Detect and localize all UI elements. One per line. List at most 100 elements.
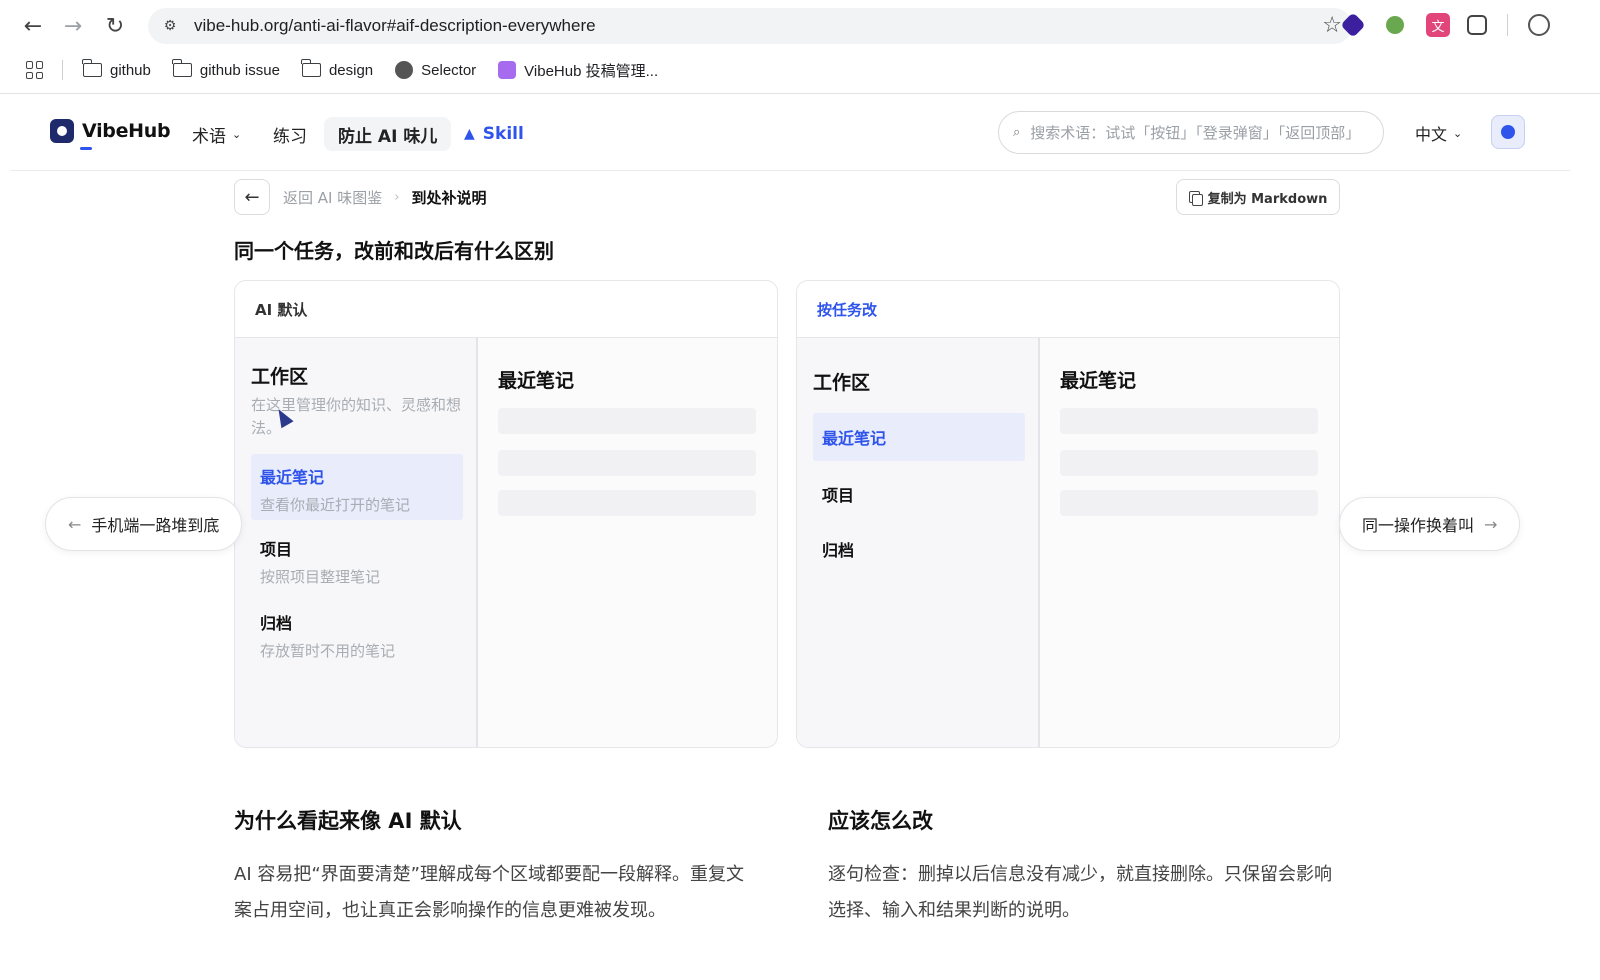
bookmark-label: design bbox=[328, 61, 374, 79]
folder-icon bbox=[300, 59, 321, 77]
chevron-down-icon: ⌄ bbox=[232, 127, 242, 141]
mock-nav-title: 归档 bbox=[822, 541, 855, 560]
how-title: 应该怎么改 bbox=[828, 809, 933, 833]
back-arrow-icon[interactable]: ← bbox=[18, 11, 48, 41]
extensions-puzzle-icon[interactable] bbox=[1467, 15, 1487, 35]
extension-green-icon[interactable] bbox=[1386, 16, 1404, 34]
breadcrumb-separator-icon: › bbox=[394, 190, 400, 205]
logo[interactable]: VibeHub bbox=[50, 119, 171, 143]
next-article-button[interactable]: 同一操作换着叫 → bbox=[1339, 497, 1521, 551]
url-text[interactable]: vibe-hub.org/anti-ai-flavor#aif-descript… bbox=[194, 16, 596, 36]
why-title: 为什么看起来像 AI 默认 bbox=[234, 809, 462, 833]
bookmark-label: github bbox=[110, 61, 151, 79]
search-placeholder: 搜索术语：试试「按钮」「登录弹窗」「返回顶部」 bbox=[1030, 124, 1361, 142]
address-bar[interactable]: ⚙ vibe-hub.org/anti-ai-flavor#aif-descri… bbox=[148, 8, 1352, 44]
forward-arrow-icon[interactable]: → bbox=[58, 11, 88, 41]
site-settings-icon[interactable]: ⚙ bbox=[152, 18, 188, 34]
bookmark-star-icon[interactable]: ☆ bbox=[1322, 13, 1342, 38]
nav-skill[interactable]: ▲ Skill bbox=[450, 117, 538, 151]
panel-by-task: 按任务改 工作区 最近笔记 项目 归档 最近笔记 bbox=[796, 280, 1340, 748]
globe-icon bbox=[395, 61, 414, 79]
skeleton-row bbox=[1060, 450, 1318, 476]
arrow-left-icon: ← bbox=[244, 186, 260, 208]
panel-ai-default-body: 工作区 在这里管理你的知识、灵感和想法。 最近笔记 查看你最近打开的笔记 项目 … bbox=[235, 338, 777, 747]
extension-translate-icon[interactable]: 文 bbox=[1426, 13, 1450, 37]
folder-icon bbox=[82, 59, 102, 77]
back-button[interactable]: ← bbox=[234, 179, 270, 215]
skeleton-row bbox=[498, 490, 756, 516]
mock-nav-title: 最近笔记 bbox=[260, 468, 325, 487]
mock-main: 最近笔记 bbox=[1040, 338, 1339, 747]
apps-grid-icon[interactable] bbox=[26, 61, 44, 79]
mock-nav-title: 归档 bbox=[260, 614, 293, 633]
mock-nav-title: 最近笔记 bbox=[822, 429, 887, 448]
prev-article-label: 手机端一路堆到底 bbox=[91, 516, 220, 535]
bookmarks-divider bbox=[62, 60, 63, 80]
vibehub-logo-icon bbox=[50, 119, 74, 143]
mock-nav-recent[interactable]: 最近笔记 bbox=[813, 413, 1025, 461]
app-header: VibeHub 术语 ⌄ 练习 防止 AI 味儿 ▲ Skill ⌕ 搜索术语：… bbox=[10, 95, 1570, 171]
breadcrumb-parent[interactable]: 返回 AI 味图鉴 bbox=[283, 187, 382, 208]
bookmarks-bar: github github issue design Selector Vibe… bbox=[0, 52, 1600, 88]
why-body: AI 容易把“界面要清楚”理解成每个区域都要配一段解释。重复文案占用空间，也让真… bbox=[234, 864, 744, 921]
browser-chrome: ← → ↻ ⚙ vibe-hub.org/anti-ai-flavor#aif-… bbox=[0, 0, 1600, 94]
how-body: 逐句检查：删掉以后信息没有减少，就直接删除。只保留会影响选择、输入和结果判断的说… bbox=[828, 864, 1332, 921]
next-article-label: 同一操作换着叫 bbox=[1362, 516, 1475, 535]
mock-nav-archive[interactable]: 归档 bbox=[813, 537, 1025, 561]
vibehub-favicon-icon bbox=[498, 61, 517, 79]
nav-terms-dropdown[interactable]: 术语 ⌄ bbox=[178, 117, 255, 151]
mock-main-title: 最近笔记 bbox=[498, 370, 575, 392]
reload-icon[interactable]: ↻ bbox=[100, 11, 130, 41]
avatar-dot-icon bbox=[1501, 125, 1515, 139]
panel-ai-default-label: AI 默认 bbox=[235, 281, 777, 338]
section-title: 同一个任务，改前和改后有什么区别 bbox=[234, 239, 554, 263]
skeleton-row bbox=[1060, 490, 1318, 516]
profile-icon[interactable] bbox=[1528, 14, 1550, 36]
language-select[interactable]: 中文 ⌄ bbox=[1415, 121, 1462, 145]
logo-underline bbox=[80, 147, 92, 150]
panel-by-task-label: 按任务改 bbox=[797, 281, 1339, 338]
user-avatar-button[interactable] bbox=[1491, 115, 1525, 149]
search-input[interactable]: ⌕ 搜索术语：试试「按钮」「登录弹窗」「返回顶部」 bbox=[998, 111, 1384, 154]
toolbar-divider bbox=[1507, 14, 1508, 36]
skeleton-row bbox=[1060, 408, 1318, 434]
prev-article-button[interactable]: ← 手机端一路堆到底 bbox=[45, 497, 243, 551]
mock-nav-desc: 查看你最近打开的笔记 bbox=[260, 496, 411, 514]
nav-practice[interactable]: 练习 bbox=[259, 117, 321, 151]
language-label: 中文 bbox=[1415, 125, 1448, 144]
breadcrumb: 返回 AI 味图鉴 › 到处补说明 bbox=[283, 187, 486, 208]
panel-by-task-body: 工作区 最近笔记 项目 归档 最近笔记 bbox=[797, 338, 1339, 747]
mock-nav-desc: 按照项目整理笔记 bbox=[260, 568, 381, 586]
skeleton-row bbox=[498, 408, 756, 434]
copy-markdown-button[interactable]: 复制为 Markdown bbox=[1176, 179, 1340, 215]
mock-main: 最近笔记 bbox=[478, 338, 777, 747]
skill-triangle-icon: ▲ bbox=[464, 126, 475, 142]
arrow-right-icon: → bbox=[1484, 514, 1498, 534]
mock-nav-archive[interactable]: 归档 存放暂时不用的笔记 bbox=[251, 610, 463, 661]
mock-nav-projects[interactable]: 项目 bbox=[813, 482, 1025, 506]
bookmark-github-issue[interactable]: github issue bbox=[171, 59, 280, 79]
nav-skill-label: Skill bbox=[482, 124, 524, 144]
mock-sidebar: 工作区 最近笔记 项目 归档 bbox=[797, 338, 1040, 747]
bookmark-vibehub[interactable]: VibeHub 投稿管理... bbox=[498, 60, 658, 81]
workspace-title: 工作区 bbox=[251, 366, 309, 388]
skeleton-row bbox=[498, 450, 756, 476]
search-icon: ⌕ bbox=[1013, 125, 1021, 140]
mock-nav-projects[interactable]: 项目 按照项目整理笔记 bbox=[251, 536, 463, 587]
mock-nav-title: 项目 bbox=[260, 540, 293, 559]
logo-text: VibeHub bbox=[82, 120, 171, 142]
chevron-down-icon: ⌄ bbox=[1453, 126, 1463, 140]
mock-nav-desc: 存放暂时不用的笔记 bbox=[260, 642, 396, 660]
bookmark-selector[interactable]: Selector bbox=[395, 61, 476, 79]
nav-anti-ai[interactable]: 防止 AI 味儿 bbox=[324, 117, 452, 151]
nav-terms-label: 术语 bbox=[192, 126, 226, 147]
mock-nav-recent[interactable]: 最近笔记 查看你最近打开的笔记 bbox=[251, 454, 463, 520]
bookmark-design[interactable]: design bbox=[300, 59, 374, 79]
arrow-left-icon: ← bbox=[68, 514, 82, 534]
folder-icon bbox=[171, 59, 192, 77]
bookmark-github[interactable]: github bbox=[82, 59, 151, 79]
mock-nav-title: 项目 bbox=[822, 486, 855, 505]
workspace-title: 工作区 bbox=[813, 372, 871, 394]
bookmark-label: Selector bbox=[421, 61, 477, 79]
mock-sidebar: 工作区 在这里管理你的知识、灵感和想法。 最近笔记 查看你最近打开的笔记 项目 … bbox=[235, 338, 478, 747]
